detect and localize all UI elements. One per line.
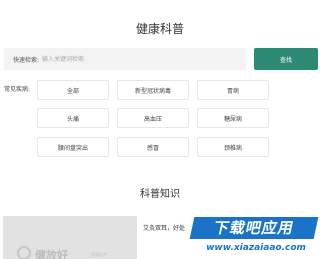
article-thumbnail: 健放好 健康科普 [3,216,137,259]
watermark-logo: 下载吧应用 www.xiazaiaao.com [189,214,320,259]
search-bar: 快速检索: [4,48,246,70]
category-label: 常见疾病: [4,86,31,93]
watermark-line2: www.xiazaiaao.com [206,243,306,253]
thumbnail-logo-icon [17,246,31,259]
watermark-line1: 下载吧应用 [189,217,319,239]
thumbnail-subtext: 健康科普 [91,252,107,257]
article-snippet: 艾灸双耳，好处 [143,225,186,232]
category-all-button[interactable]: 全部 [37,80,109,100]
thumbnail-text: 健放好 [35,249,68,259]
category-cervical-button[interactable]: 颈椎病 [197,137,269,157]
search-input[interactable] [42,50,246,68]
category-hypertension-button[interactable]: 高血压 [117,108,189,128]
knowledge-section-title: 科普知识 [140,189,180,200]
category-headache-button[interactable]: 头痛 [37,108,109,128]
health-science-page: 健康科普 快速检索: 查找 常见疾病: 全部 新型冠状病毒 胃病 头痛 高血压 … [0,0,320,259]
category-disc-herniation-button[interactable]: 腰间盘突出 [37,137,109,157]
category-stomach-button[interactable]: 胃病 [197,80,269,100]
search-label: 快速检索: [13,56,40,64]
search-button[interactable]: 查找 [254,48,318,70]
page-title: 健康科普 [135,22,184,36]
category-diabetes-button[interactable]: 糖尿病 [197,108,269,128]
category-covid-button[interactable]: 新型冠状病毒 [117,80,189,100]
category-cold-button[interactable]: 感冒 [117,137,189,157]
